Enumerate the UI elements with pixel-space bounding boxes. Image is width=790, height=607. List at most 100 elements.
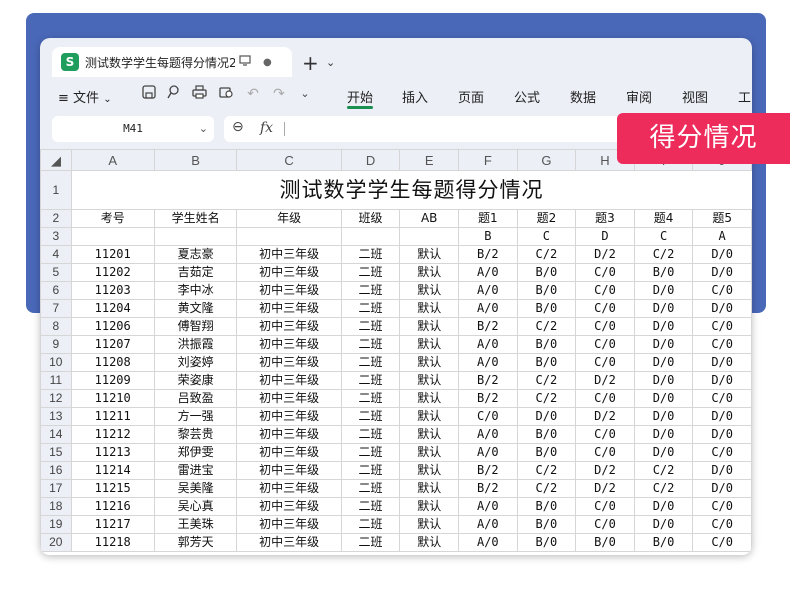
data-cell[interactable]: 二班: [340, 461, 401, 480]
data-cell[interactable]: D/2: [575, 479, 635, 498]
row-header[interactable]: 8: [40, 317, 72, 336]
data-cell[interactable]: 傅智翔: [153, 317, 238, 336]
data-cell[interactable]: C/0: [692, 389, 752, 408]
data-cell[interactable]: C/0: [692, 515, 752, 534]
data-cell[interactable]: B/0: [633, 263, 694, 282]
data-cell[interactable]: 黎芸贵: [153, 425, 238, 444]
data-cell[interactable]: 王美珠: [153, 515, 238, 534]
print-icon[interactable]: [190, 85, 208, 103]
data-cell[interactable]: 荣姿康: [153, 371, 238, 390]
data-cell[interactable]: 初中三年级: [236, 371, 342, 390]
data-cell[interactable]: 默认: [399, 515, 460, 534]
data-cell[interactable]: C/0: [575, 443, 635, 462]
answer-cell[interactable]: [153, 227, 238, 246]
row-header[interactable]: 19: [40, 515, 72, 534]
row-header[interactable]: 16: [40, 461, 72, 480]
data-cell[interactable]: D/2: [575, 461, 635, 480]
data-cell[interactable]: B/0: [516, 263, 577, 282]
data-cell[interactable]: 二班: [340, 407, 401, 426]
menu-tab-view[interactable]: 视图: [682, 87, 708, 106]
data-cell[interactable]: D/0: [633, 407, 694, 426]
data-cell[interactable]: B/0: [575, 533, 635, 552]
data-cell[interactable]: C/2: [633, 461, 694, 480]
data-cell[interactable]: 默认: [399, 407, 460, 426]
menu-tab-insert[interactable]: 插入: [402, 87, 428, 106]
chevron-down-icon[interactable]: ⌄: [326, 56, 335, 69]
data-cell[interactable]: 黄文隆: [153, 299, 238, 318]
data-cell[interactable]: 初中三年级: [236, 515, 342, 534]
header-cell[interactable]: AB: [399, 209, 460, 228]
data-cell[interactable]: C/2: [516, 245, 577, 264]
data-cell[interactable]: D/0: [633, 497, 694, 516]
data-cell[interactable]: 默认: [399, 317, 460, 336]
data-cell[interactable]: B/0: [633, 533, 694, 552]
header-cell[interactable]: 班级: [340, 209, 401, 228]
fx-icon[interactable]: fx: [260, 120, 273, 136]
new-tab-button[interactable]: +: [302, 51, 319, 75]
data-cell[interactable]: 初中三年级: [236, 335, 342, 354]
data-cell[interactable]: 默认: [399, 263, 460, 282]
data-cell[interactable]: B/0: [516, 497, 577, 516]
data-cell[interactable]: A/0: [458, 515, 518, 534]
data-cell[interactable]: B/2: [458, 245, 518, 264]
data-cell[interactable]: 初中三年级: [236, 461, 342, 480]
data-cell[interactable]: 初中三年级: [236, 245, 342, 264]
data-cell[interactable]: 二班: [340, 497, 401, 516]
data-cell[interactable]: B/2: [458, 479, 518, 498]
header-cell[interactable]: 题5: [692, 209, 752, 228]
data-cell[interactable]: 初中三年级: [236, 497, 342, 516]
row-header[interactable]: 12: [40, 389, 72, 408]
data-cell[interactable]: D/0: [633, 317, 694, 336]
chevron-down-icon[interactable]: ⌄: [199, 116, 208, 142]
data-cell[interactable]: C/0: [575, 515, 635, 534]
data-cell[interactable]: D/0: [692, 461, 752, 480]
data-cell[interactable]: 郑伊雯: [153, 443, 238, 462]
data-cell[interactable]: D/0: [633, 389, 694, 408]
data-cell[interactable]: D/0: [633, 371, 694, 390]
data-cell[interactable]: 默认: [399, 389, 460, 408]
data-cell[interactable]: D/0: [692, 425, 752, 444]
data-cell[interactable]: B/2: [458, 317, 518, 336]
header-cell[interactable]: 题1: [458, 209, 518, 228]
data-cell[interactable]: 二班: [340, 371, 401, 390]
data-cell[interactable]: 默认: [399, 281, 460, 300]
data-cell[interactable]: C/0: [458, 407, 518, 426]
data-cell[interactable]: 二班: [340, 263, 401, 282]
answer-cell[interactable]: [399, 227, 460, 246]
data-cell[interactable]: D/0: [633, 443, 694, 462]
data-cell[interactable]: B/2: [458, 389, 518, 408]
answer-cell[interactable]: B: [458, 227, 518, 246]
data-cell[interactable]: 二班: [340, 299, 401, 318]
data-cell[interactable]: C/0: [575, 281, 635, 300]
data-cell[interactable]: 刘姿婷: [153, 353, 238, 372]
data-cell[interactable]: 初中三年级: [236, 317, 342, 336]
data-cell[interactable]: D/2: [575, 407, 635, 426]
data-cell[interactable]: A/0: [458, 335, 518, 354]
data-cell[interactable]: 吉茹定: [153, 263, 238, 282]
data-cell[interactable]: 初中三年级: [236, 299, 342, 318]
data-cell[interactable]: B/0: [516, 335, 577, 354]
row-header[interactable]: 4: [40, 245, 72, 264]
data-cell[interactable]: 11207: [70, 335, 155, 354]
data-cell[interactable]: C/0: [575, 263, 635, 282]
data-cell[interactable]: B/0: [516, 515, 577, 534]
data-cell[interactable]: 11218: [70, 533, 155, 552]
data-cell[interactable]: C/2: [516, 371, 577, 390]
data-cell[interactable]: 11213: [70, 443, 155, 462]
data-cell[interactable]: 11217: [70, 515, 155, 534]
data-cell[interactable]: C/0: [692, 443, 752, 462]
data-cell[interactable]: 初中三年级: [236, 479, 342, 498]
data-cell[interactable]: C/0: [575, 389, 635, 408]
data-cell[interactable]: C/2: [516, 317, 577, 336]
data-cell[interactable]: A/0: [458, 443, 518, 462]
print-preview-icon[interactable]: [217, 85, 235, 103]
data-cell[interactable]: 夏志豪: [153, 245, 238, 264]
data-cell[interactable]: 初中三年级: [236, 389, 342, 408]
data-cell[interactable]: 11203: [70, 281, 155, 300]
data-cell[interactable]: 二班: [340, 353, 401, 372]
more-chevron-icon[interactable]: ⌄: [296, 85, 314, 103]
data-cell[interactable]: 郭芳天: [153, 533, 238, 552]
data-cell[interactable]: A/0: [458, 497, 518, 516]
data-cell[interactable]: 二班: [340, 425, 401, 444]
data-cell[interactable]: A/0: [458, 533, 518, 552]
